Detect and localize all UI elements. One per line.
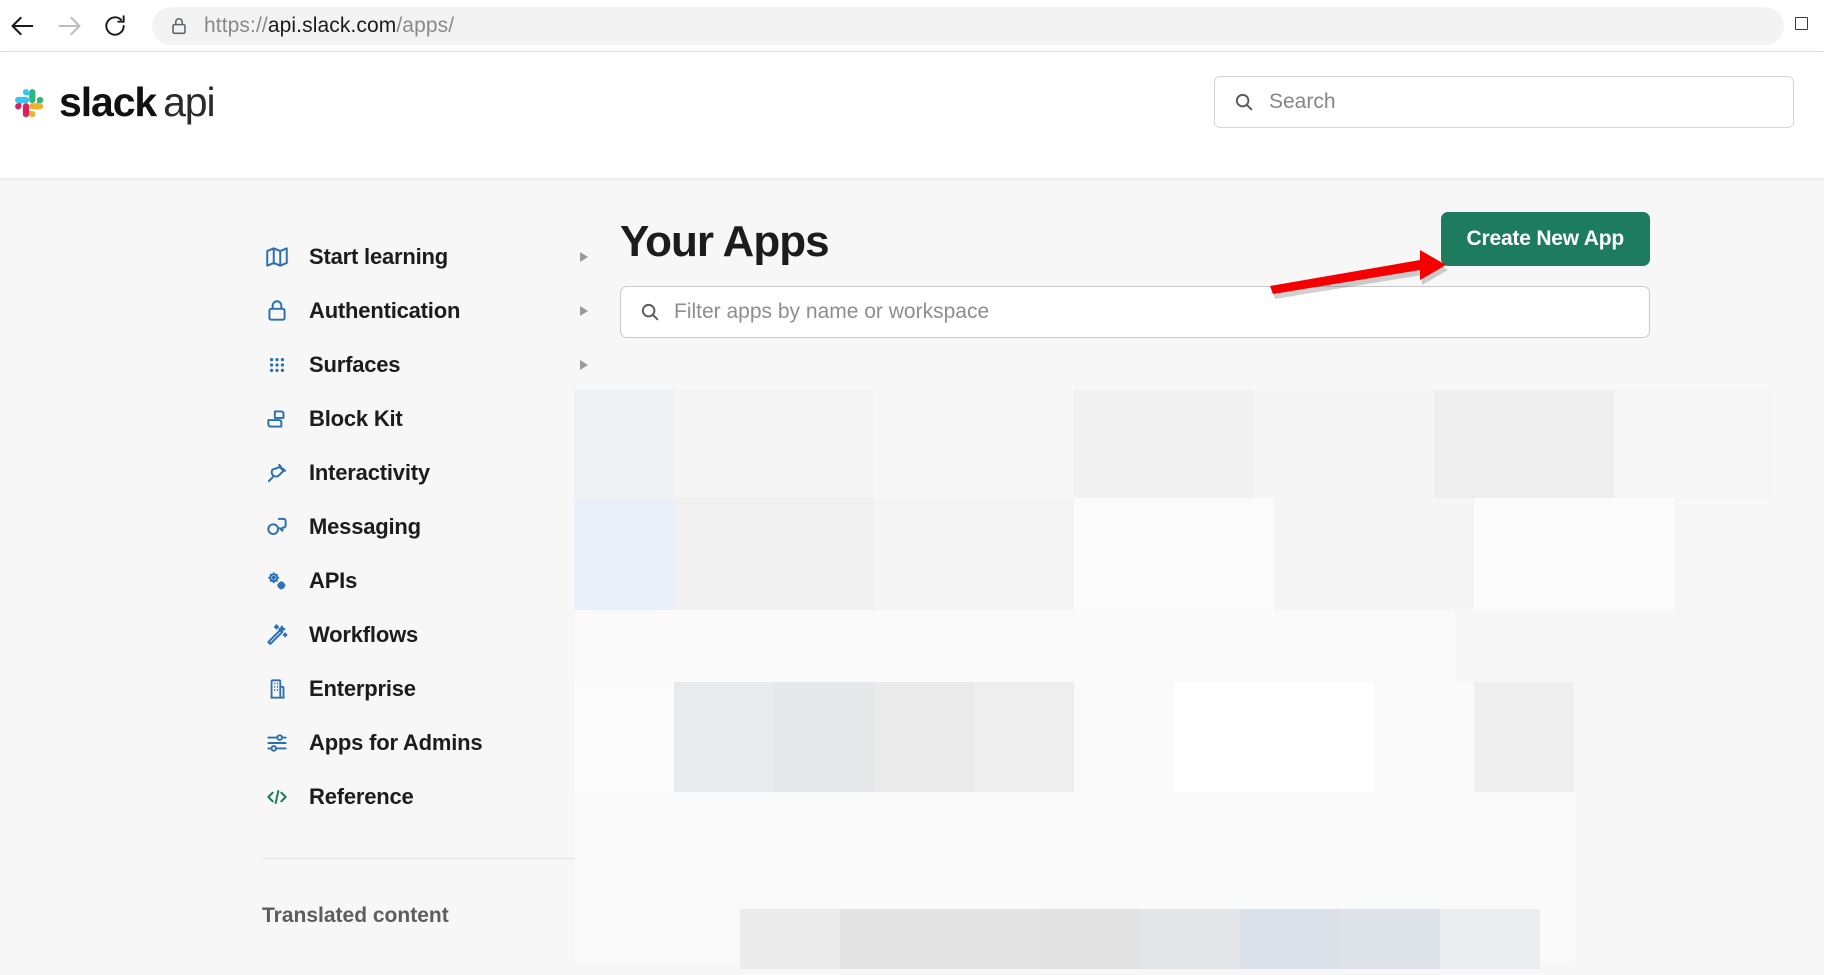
wand-icon — [262, 620, 292, 650]
sidebar-item-label: Workflows — [309, 622, 419, 647]
skeleton-block — [1340, 909, 1440, 969]
sidebar-item-label: Start learning — [309, 244, 449, 269]
page-title: Your Apps — [620, 217, 830, 266]
app-list-skeleton — [560, 390, 1824, 975]
sidebar-item-interactivity[interactable]: Interactivity — [262, 446, 602, 500]
skeleton-block — [1274, 498, 1474, 610]
skeleton-block — [1614, 390, 1774, 498]
skeleton-block — [1074, 390, 1254, 498]
arrow-right-icon — [58, 16, 81, 35]
chevron-right-icon[interactable] — [580, 360, 588, 370]
skeleton-block — [874, 390, 1074, 498]
address-bar[interactable]: https://api.slack.com/apps/ — [152, 6, 1784, 45]
skeleton-block — [674, 682, 774, 792]
sidebar-item-label: Enterprise — [309, 676, 416, 701]
skeleton-block — [1474, 498, 1674, 610]
app-filter-box[interactable] — [620, 286, 1650, 338]
chevron-right-icon[interactable] — [580, 306, 588, 316]
translated-content-heading: Translated content — [262, 904, 449, 927]
skeleton-block — [974, 682, 1074, 792]
sidebar-item-label: Apps for Admins — [309, 730, 483, 755]
skeleton-block — [1434, 390, 1614, 498]
skeleton-block — [574, 498, 674, 610]
skeleton-block — [740, 909, 840, 969]
map-icon — [262, 242, 292, 272]
arrow-left-icon — [11, 16, 34, 35]
skeleton-block — [874, 682, 974, 792]
browser-toolbar: https://api.slack.com/apps/ — [0, 0, 1824, 52]
skeleton-block — [1474, 682, 1574, 792]
blocks-icon — [262, 404, 292, 434]
sidebar-divider — [262, 858, 578, 859]
skeleton-block — [1140, 909, 1240, 969]
skeleton-block — [874, 498, 1074, 610]
sidebar-item-block-kit[interactable]: Block Kit — [262, 392, 602, 446]
logo-wordmark: slack api — [59, 79, 216, 125]
skeleton-block — [1440, 909, 1540, 969]
skeleton-block — [674, 390, 874, 498]
search-icon — [641, 303, 659, 321]
reload-button[interactable] — [92, 3, 138, 49]
sidebar-item-label: APIs — [309, 568, 358, 593]
address-bar-text: https://api.slack.com/apps/ — [204, 13, 455, 37]
sidebar-item-start-learning[interactable]: Start learning — [262, 230, 602, 284]
sidebar-item-apis[interactable]: APIs — [262, 554, 602, 608]
sidebar-item-label: Reference — [309, 784, 414, 809]
search-input[interactable] — [1269, 90, 1775, 114]
gears-icon — [262, 566, 292, 596]
lock-icon — [262, 296, 292, 326]
app-filter-input[interactable] — [674, 300, 1631, 324]
skeleton-block — [674, 498, 874, 610]
sidebar-item-label: Block Kit — [309, 406, 403, 431]
maximize-button[interactable] — [1786, 8, 1816, 38]
site-header: slack api — [0, 52, 1824, 178]
maximize-icon — [1794, 16, 1808, 30]
skeleton-block — [1254, 390, 1434, 498]
skeleton-block — [1174, 682, 1374, 792]
sidebar-item-messaging[interactable]: Messaging — [262, 500, 602, 554]
sidebar-item-apps-for-admins[interactable]: Apps for Admins — [262, 716, 602, 770]
sliders-icon — [262, 728, 292, 758]
skeleton-block — [1074, 682, 1174, 792]
skeleton-block — [1040, 909, 1140, 969]
chevron-right-icon[interactable] — [580, 252, 588, 262]
reload-icon — [105, 14, 125, 36]
create-new-app-button[interactable]: Create New App — [1440, 212, 1650, 266]
slack-logo-icon — [15, 88, 44, 117]
search-icon — [1235, 93, 1253, 111]
sidebar-item-authentication[interactable]: Authentication — [262, 284, 602, 338]
main-header: Your Apps Create New App — [620, 178, 1650, 282]
skeleton-block — [1240, 909, 1340, 969]
slack-api-logo[interactable]: slack api — [11, 79, 216, 125]
plug-icon — [262, 458, 292, 488]
chat-icon — [262, 512, 292, 542]
skeleton-block — [574, 390, 674, 498]
main-content: Your Apps Create New App — [620, 178, 1650, 338]
skeleton-block — [840, 909, 1040, 969]
skeleton-block — [1074, 498, 1274, 610]
sidebar-item-label: Surfaces — [309, 352, 401, 377]
back-button[interactable] — [0, 3, 46, 49]
site-search[interactable] — [1214, 76, 1794, 128]
sidebar-item-label: Authentication — [309, 298, 461, 323]
page-body: Start learning Authentication Surfaces B… — [0, 178, 1824, 975]
sidebar-item-reference[interactable]: Reference — [262, 770, 602, 824]
code-icon — [262, 782, 292, 812]
skeleton-block — [774, 682, 874, 792]
sidebar-item-label: Interactivity — [309, 460, 430, 485]
skeleton-block — [1374, 682, 1474, 792]
sidebar-item-enterprise[interactable]: Enterprise — [262, 662, 602, 716]
sidebar-item-surfaces[interactable]: Surfaces — [262, 338, 602, 392]
lock-icon — [172, 17, 186, 34]
sidebar-item-workflows[interactable]: Workflows — [262, 608, 602, 662]
forward-button[interactable] — [46, 3, 92, 49]
grid-dots-icon — [262, 350, 292, 380]
sidebar-item-label: Messaging — [309, 514, 421, 539]
skeleton-block — [574, 610, 1454, 682]
sidebar-nav: Start learning Authentication Surfaces B… — [262, 178, 602, 928]
skeleton-block — [574, 682, 674, 792]
building-icon — [262, 674, 292, 704]
